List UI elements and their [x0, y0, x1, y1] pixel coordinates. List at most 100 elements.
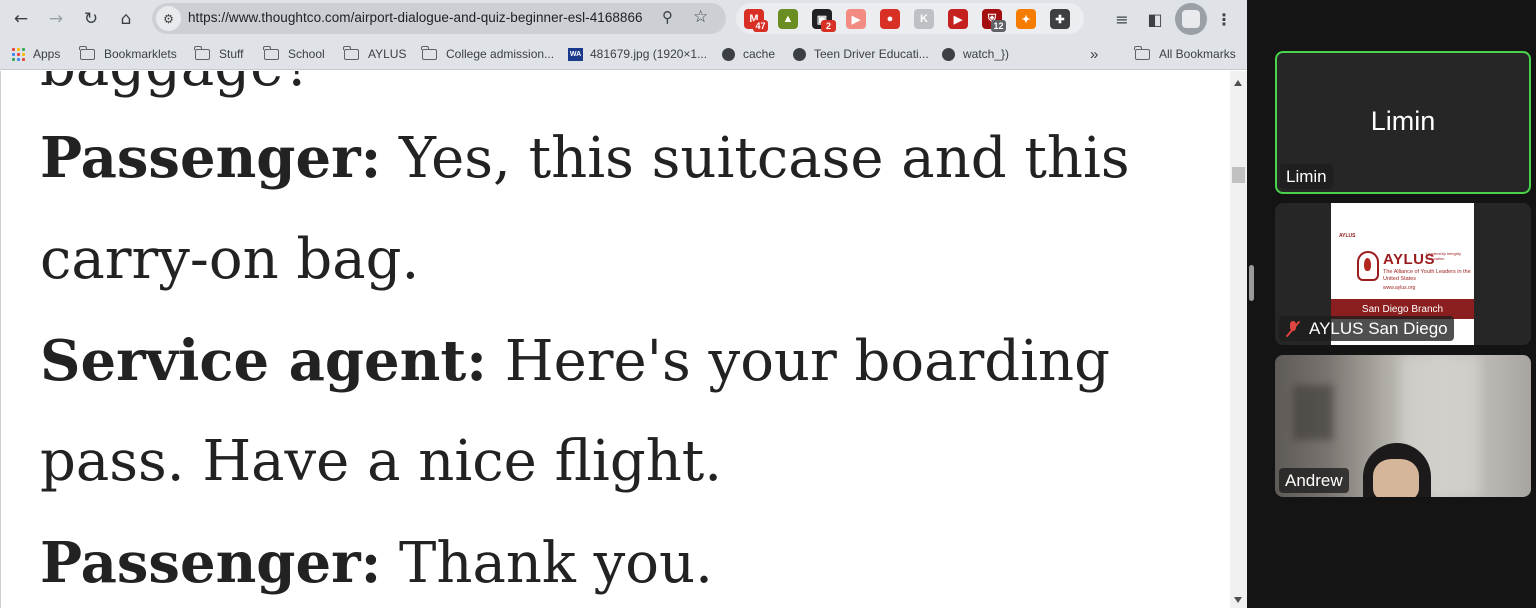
folder-icon [263, 45, 279, 60]
bookmark-label: Apps [33, 47, 61, 61]
bookmark-folder-college-admission[interactable]: College admission... [421, 45, 555, 62]
globe-icon [793, 47, 806, 61]
folder-icon [1134, 45, 1150, 60]
extension-badge: 47 [753, 20, 768, 32]
bookmark-label: Teen Driver Educati... [814, 47, 929, 61]
puzzle-piece-icon[interactable]: ✚ [1050, 9, 1070, 29]
reading-list-icon[interactable]: ≡ [1110, 6, 1134, 32]
bookmark-label: Stuff [219, 47, 244, 61]
extension-badge: 2 [821, 20, 836, 32]
site-info-icon[interactable]: ⚙ [156, 6, 181, 31]
video-speed-icon-glyph: ▶ [846, 9, 866, 29]
extension-badge: 12 [991, 20, 1006, 32]
bookmarks-overflow-button[interactable]: » [1090, 46, 1098, 63]
aylus-small-logo: AYLUS [1339, 233, 1356, 239]
bookmark-teen-driver[interactable]: Teen Driver Educati... [793, 46, 929, 62]
dialogue-line: Passenger: Thank you. [40, 535, 713, 592]
speaker-label: Passenger: [40, 125, 382, 191]
globe-icon [942, 47, 955, 61]
bookmark-folder-aylus[interactable]: AYLUS [343, 45, 407, 62]
bookmark-image[interactable]: WA 481679.jpg (1920×1... [568, 46, 707, 62]
bookmark-label: watch_}) [963, 47, 1010, 61]
bookmark-cache[interactable]: cache [722, 46, 775, 62]
text-extension-icon-glyph: K [914, 9, 934, 29]
participant-display-name: Limin [1370, 106, 1436, 136]
gmail-icon[interactable]: M 47 [744, 9, 768, 32]
aylus-org-tag: Leadership Integrity Innovation [1426, 251, 1462, 261]
home-icon[interactable]: ⌂ [113, 6, 139, 32]
web-page-content[interactable]: baggage? Passenger: Yes, this suitcase a… [0, 71, 1230, 608]
play-circle-icon-glyph: ▶ [948, 9, 968, 29]
scroll-up-arrow-icon[interactable] [1234, 80, 1242, 86]
bookmark-label: College admission... [446, 47, 555, 61]
dialogue-text: Yes, this suitcase and this [381, 126, 1130, 191]
url-text[interactable]: https://www.thoughtco.com/airport-dialog… [188, 10, 643, 25]
bookmark-label: School [288, 47, 325, 61]
browser-window: ← → ↻ ⌂ ⚙ https://www.thoughtco.com/airp… [0, 0, 1247, 608]
bookmark-folder-bookmarklets[interactable]: Bookmarklets [79, 45, 177, 62]
video-speed-icon[interactable]: ▶ [846, 9, 866, 29]
participant-tile-aylus-san-diego[interactable]: AYLUS AYLUS Leadership Integrity Innovat… [1275, 203, 1531, 345]
dialogue-line: Passenger: Yes, this suitcase and this [40, 130, 1130, 187]
aylus-tagline: The Alliance of Youth Leaders in the Uni… [1383, 269, 1471, 282]
orange-tools-icon[interactable]: ✦ [1016, 9, 1036, 29]
participant-tile-andrew[interactable]: Andrew [1275, 355, 1531, 497]
speaker-label: Service agent: [40, 328, 487, 394]
dialogue-line: Service agent: Here's your boarding [40, 333, 1110, 390]
side-panel-icon[interactable]: ◧ [1143, 6, 1167, 32]
folder-icon [421, 45, 437, 60]
participant-name-tag: AYLUS San Diego [1279, 316, 1454, 341]
timer-icon-glyph: ● [880, 9, 900, 29]
zoom-icon[interactable]: ⚲ [662, 8, 673, 26]
flame-icon [1364, 258, 1371, 271]
bookmark-label: 481679.jpg (1920×1... [590, 47, 708, 61]
shield-block-icon[interactable]: ⛨ 12 [982, 9, 1006, 32]
aylus-website: www.aylus.org [1383, 285, 1416, 291]
potted-plant-icon-glyph: ▲ [778, 9, 798, 29]
bookmark-label: cache [743, 47, 776, 61]
text-extension-icon[interactable]: K [914, 9, 934, 29]
puzzle-piece-icon-glyph: ✚ [1050, 9, 1070, 29]
page-scrollbar[interactable] [1230, 71, 1247, 608]
bookmark-folder-stuff[interactable]: Stuff [194, 45, 244, 62]
participant-name: Andrew [1285, 470, 1343, 490]
all-bookmarks-button[interactable]: All Bookmarks [1134, 45, 1236, 62]
bookmark-label: All Bookmarks [1159, 47, 1236, 61]
meeting-side-panel: Limin Limin AYLUS AYLUS Leadership Integ… [1247, 0, 1536, 608]
folder-icon [343, 45, 359, 60]
potted-plant-icon[interactable]: ▲ [778, 9, 798, 29]
menu-kebab-icon[interactable]: ⋮ [1214, 6, 1234, 32]
participant-name: Limin [1286, 166, 1327, 186]
participant-tile-limin[interactable]: Limin Limin [1275, 51, 1531, 194]
bookmark-watch[interactable]: watch_}) [942, 46, 1009, 62]
back-icon[interactable]: ← [8, 6, 34, 32]
bookmark-apps[interactable]: Apps [12, 46, 60, 62]
participant-name-tag: Limin [1280, 164, 1333, 189]
scroll-down-arrow-icon[interactable] [1234, 597, 1242, 603]
browser-toolbar: ← → ↻ ⌂ ⚙ https://www.thoughtco.com/airp… [0, 0, 1247, 38]
bookmark-star-icon[interactable]: ☆ [693, 7, 708, 27]
play-circle-icon[interactable]: ▶ [948, 9, 968, 29]
address-bar[interactable]: ⚙ https://www.thoughtco.com/airport-dial… [152, 3, 726, 34]
bookmark-label: Bookmarklets [104, 47, 177, 61]
profile-avatar[interactable] [1175, 3, 1207, 35]
tab-counter-icon[interactable]: ▣2 [812, 9, 836, 32]
apps-grid-icon [12, 47, 25, 61]
orange-tools-icon-glyph: ✦ [1016, 9, 1036, 29]
dialogue-text: carry-on bag. [40, 227, 420, 292]
dialogue-line: pass. Have a nice flight. [40, 434, 722, 490]
reload-icon[interactable]: ↻ [78, 6, 104, 32]
wa-image-icon: WA [568, 47, 583, 61]
bookmark-folder-school[interactable]: School [263, 45, 325, 62]
dialogue-text: Thank you. [381, 531, 713, 596]
forward-icon[interactable]: → [43, 6, 69, 32]
bookmarks-bar: Apps Bookmarklets Stuff School AYLUS Col… [0, 38, 1247, 70]
timer-icon[interactable]: ● [880, 9, 900, 29]
folder-icon [79, 45, 95, 60]
dialogue-line: carry-on bag. [40, 232, 419, 288]
bookmark-label: AYLUS [368, 47, 407, 61]
panel-resize-handle[interactable] [1249, 265, 1254, 301]
scrollbar-thumb[interactable] [1232, 167, 1245, 183]
dialogue-text: pass. Have a nice flight. [40, 429, 723, 494]
speaker-label: Passenger: [40, 530, 382, 596]
